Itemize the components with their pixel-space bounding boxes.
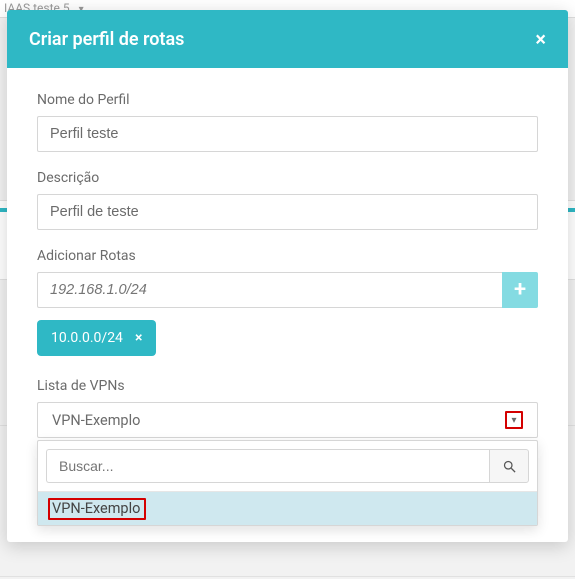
vpn-dropdown: VPN-Exemplo [37, 440, 538, 526]
vpn-select[interactable]: VPN-Exemplo ▾ [37, 402, 538, 438]
add-route-row: + [37, 272, 538, 308]
vpn-select-value: VPN-Exemplo [52, 412, 140, 429]
vpn-list-label: Lista de VPNs [37, 378, 538, 394]
vpn-search-input[interactable] [46, 449, 489, 483]
modal-header: Criar perfil de rotas × [7, 10, 568, 68]
close-icon[interactable]: × [535, 27, 546, 51]
route-cidr-input[interactable] [37, 272, 502, 308]
caret-glyph: ▾ [511, 415, 516, 426]
vpn-select-wrap: VPN-Exemplo ▾ VPN-E [37, 402, 538, 438]
profile-name-label: Nome do Perfil [37, 92, 538, 108]
create-route-profile-modal: Criar perfil de rotas × Nome do Perfil D… [7, 10, 568, 542]
add-routes-label: Adicionar Rotas [37, 248, 538, 264]
chevron-down-icon: ▾ [505, 411, 523, 429]
vpn-option-label: VPN-Exemplo [48, 498, 146, 520]
remove-route-icon[interactable]: × [135, 330, 142, 346]
modal-title: Criar perfil de rotas [29, 29, 184, 50]
search-icon [502, 459, 517, 474]
route-chip-label: 10.0.0.0/24 [51, 330, 123, 346]
description-label: Descrição [37, 170, 538, 186]
route-chip: 10.0.0.0/24 × [37, 320, 156, 356]
vpn-option[interactable]: VPN-Exemplo [38, 492, 537, 525]
profile-name-input[interactable] [37, 116, 538, 152]
background-divider [0, 576, 575, 577]
vpn-search-row [38, 441, 537, 492]
modal-body: Nome do Perfil Descrição Adicionar Rotas… [7, 68, 568, 542]
vpn-search-button[interactable] [489, 449, 529, 483]
route-chips: 10.0.0.0/24 × [37, 320, 538, 356]
vpn-options-list: VPN-Exemplo [38, 492, 537, 525]
add-route-button[interactable]: + [502, 272, 538, 308]
description-input[interactable] [37, 194, 538, 230]
